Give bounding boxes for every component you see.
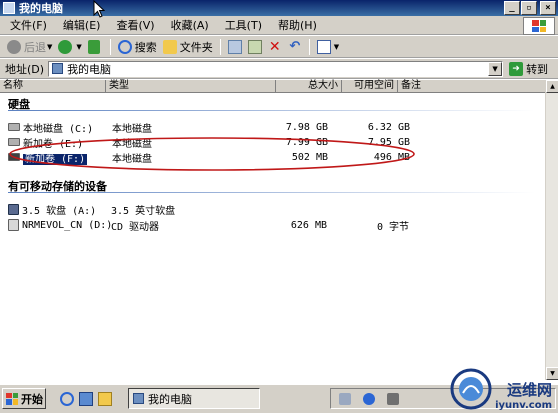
toolbar-separator	[308, 38, 310, 55]
drive-name: 3.5 软盘 (A:)	[22, 205, 97, 217]
drive-total: 7.98 GB	[285, 121, 328, 133]
vertical-scrollbar[interactable]: ▲ ▼	[545, 80, 558, 380]
search-icon	[117, 39, 132, 54]
back-button[interactable]: 后退 ▼	[4, 37, 55, 57]
up-folder-icon	[87, 39, 100, 54]
forward-arrow-icon	[58, 39, 73, 54]
window-controls: _ ▫ ×	[504, 1, 556, 15]
close-button[interactable]: ×	[540, 1, 556, 15]
go-label: 转到	[526, 62, 549, 76]
scroll-up-button[interactable]: ▲	[546, 80, 558, 93]
start-label: 开始	[21, 392, 43, 406]
group-divider	[8, 110, 535, 111]
copy-to-icon[interactable]	[247, 39, 262, 54]
windows-logo-icon	[523, 17, 555, 35]
menu-help[interactable]: 帮助(H)	[272, 17, 323, 33]
chevron-down-icon[interactable]: ▼	[334, 43, 339, 51]
watermark-text: 运维网	[506, 381, 552, 399]
delete-icon[interactable]: ✕	[268, 40, 282, 54]
drive-type: 3.5 英寸软盘	[111, 205, 176, 217]
views-icon[interactable]	[316, 39, 331, 54]
folders-label: 文件夹	[179, 40, 213, 54]
maximize-button[interactable]: ▫	[521, 1, 537, 15]
menu-tools[interactable]: 工具(T)	[219, 17, 268, 33]
annotation-ellipse	[9, 137, 415, 171]
internet-explorer-icon[interactable]	[60, 392, 74, 406]
watermark-url: iyunv.com	[495, 400, 552, 411]
folder-icon	[162, 39, 177, 54]
windows-logo-icon	[6, 392, 18, 405]
drive-row-d[interactable]: NRMEVOL_CN (D:) CD 驱动器 626 MB 0 字节	[8, 218, 409, 233]
chevron-down-icon: ▼	[47, 42, 53, 51]
address-bar: 地址(D) 我的电脑 ▼ ➜ 转到	[0, 59, 558, 79]
menu-bar: 文件(F) 编辑(E) 查看(V) 收藏(A) 工具(T) 帮助(H)	[0, 16, 558, 35]
drive-type: CD 驱动器	[111, 221, 160, 233]
watermark: 运维网 iyunv.com	[449, 367, 552, 411]
watermark-logo-icon	[450, 368, 492, 410]
title-bar[interactable]: 我的电脑 _ ▫ ×	[0, 0, 558, 16]
show-desktop-icon[interactable]	[79, 392, 93, 406]
address-dropdown-button[interactable]: ▼	[488, 61, 503, 76]
group-divider	[8, 192, 535, 193]
forward-button[interactable]: ▼	[55, 37, 84, 57]
floppy-icon	[8, 203, 19, 215]
address-value: 我的电脑	[67, 62, 112, 76]
up-button[interactable]	[85, 37, 106, 57]
go-arrow-icon: ➜	[509, 61, 524, 76]
help-icon[interactable]	[363, 393, 375, 405]
menu-edit[interactable]: 编辑(E)	[57, 17, 107, 33]
move-to-icon[interactable]	[227, 39, 242, 54]
undo-icon[interactable]: ↶	[288, 39, 302, 54]
volume-icon[interactable]	[387, 393, 399, 405]
task-label: 我的电脑	[148, 392, 192, 406]
search-label: 搜索	[134, 40, 157, 54]
column-header-comments[interactable]: 备注	[398, 80, 545, 93]
start-button[interactable]: 开始	[2, 388, 46, 409]
address-input[interactable]: 我的电脑 ▼	[48, 60, 504, 77]
drive-free: 6.32 GB	[367, 121, 410, 133]
minimize-button[interactable]: _	[504, 1, 520, 15]
drive-row-a[interactable]: 3.5 软盘 (A:) 3.5 英寸软盘	[8, 202, 409, 217]
my-computer-icon	[52, 63, 64, 74]
back-label: 后退	[24, 40, 46, 54]
folders-button[interactable]: 文件夹	[160, 37, 216, 57]
drive-total: 626 MB	[290, 219, 327, 231]
network-icon[interactable]	[339, 393, 351, 405]
drive-name: 本地磁盘 (C:)	[23, 123, 94, 135]
my-computer-icon	[133, 393, 144, 404]
go-button[interactable]: ➜ 转到	[509, 61, 548, 77]
column-header-type[interactable]: 类型	[106, 80, 276, 93]
address-label: 地址(D)	[5, 62, 45, 76]
column-header-total-size[interactable]: 总大小	[276, 80, 342, 93]
drive-row-c[interactable]: 本地磁盘 (C:) 本地磁盘 7.98 GB 6.32 GB	[8, 120, 410, 135]
my-computer-icon	[3, 2, 15, 14]
file-list: 名称 类型 总大小 可用空间 备注 ▲ ▼ 硬盘 本地磁盘 (C:) 本地磁盘 …	[0, 80, 558, 380]
explorer-icon[interactable]	[98, 392, 112, 406]
column-header-name[interactable]: 名称	[0, 80, 106, 93]
hard-drive-icon	[8, 123, 20, 131]
cd-drive-icon	[8, 219, 19, 231]
toolbar: 后退 ▼ ▼ 搜索 文件夹 ✕ ↶ ▼	[0, 36, 558, 58]
menu-file[interactable]: 文件(F)	[4, 17, 53, 33]
drive-type: 本地磁盘	[112, 123, 152, 135]
column-header-free-space[interactable]: 可用空间	[342, 80, 398, 93]
toolbar-separator	[109, 38, 111, 55]
drive-free: 0 字节	[376, 221, 409, 233]
mouse-cursor-icon	[93, 0, 105, 18]
column-headers: 名称 类型 总大小 可用空间 备注	[0, 80, 545, 93]
menu-view[interactable]: 查看(V)	[110, 17, 160, 33]
toolbar-separator	[219, 38, 221, 55]
chevron-down-icon: ▼	[76, 42, 82, 51]
search-button[interactable]: 搜索	[115, 37, 160, 57]
back-arrow-icon	[7, 39, 21, 54]
drive-name: NRMEVOL_CN (D:)	[22, 219, 113, 231]
menu-favorites[interactable]: 收藏(A)	[165, 17, 215, 33]
window-title: 我的电脑	[19, 2, 63, 15]
taskbar-button-my-computer[interactable]: 我的电脑	[128, 388, 260, 409]
